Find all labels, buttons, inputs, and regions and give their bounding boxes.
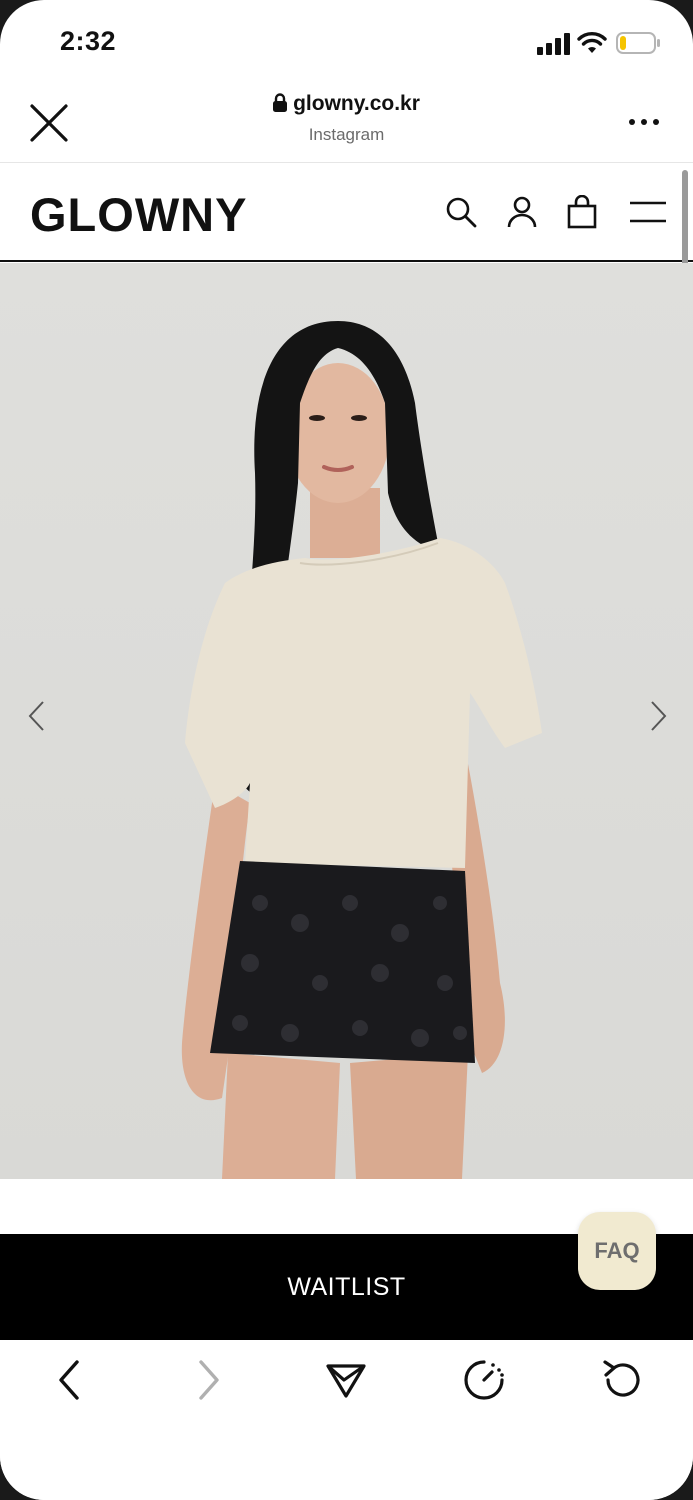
lock-icon (273, 93, 288, 112)
menu-icon[interactable] (628, 195, 668, 229)
reload-icon[interactable] (600, 1358, 644, 1402)
wifi-icon (577, 32, 607, 53)
status-bar: 2:32 (0, 0, 693, 80)
faq-button[interactable]: FAQ (578, 1212, 656, 1290)
forward-icon[interactable] (186, 1358, 230, 1402)
url-source: Instagram (308, 125, 385, 144)
url-bar[interactable]: glowny.co.kr (0, 92, 693, 116)
status-time: 2:32 (60, 26, 117, 56)
more-options-icon[interactable] (624, 110, 664, 134)
carousel-next-icon[interactable] (645, 699, 671, 733)
battery-icon (616, 32, 660, 54)
share-icon[interactable] (324, 1358, 368, 1402)
product-hero-image[interactable] (0, 263, 693, 1179)
site-header: GLOWNY (0, 163, 693, 262)
account-icon[interactable] (505, 195, 539, 229)
shopping-bag-icon[interactable] (565, 195, 599, 229)
site-logo[interactable]: GLOWNY (30, 187, 247, 242)
in-app-browser-header: glowny.co.kr Instagram (0, 80, 693, 163)
model-photo (181, 321, 542, 1179)
phone-screen: 2:32 glowny.co.kr Instagram GLOWNY WAITL… (0, 0, 693, 1500)
cellular-signal-icon (537, 33, 570, 55)
browser-toolbar (0, 1340, 693, 1500)
search-icon[interactable] (444, 195, 478, 229)
carousel-prev-icon[interactable] (24, 699, 50, 733)
back-icon[interactable] (48, 1358, 92, 1402)
url-domain: glowny.co.kr (293, 92, 420, 115)
history-icon[interactable] (462, 1358, 506, 1402)
